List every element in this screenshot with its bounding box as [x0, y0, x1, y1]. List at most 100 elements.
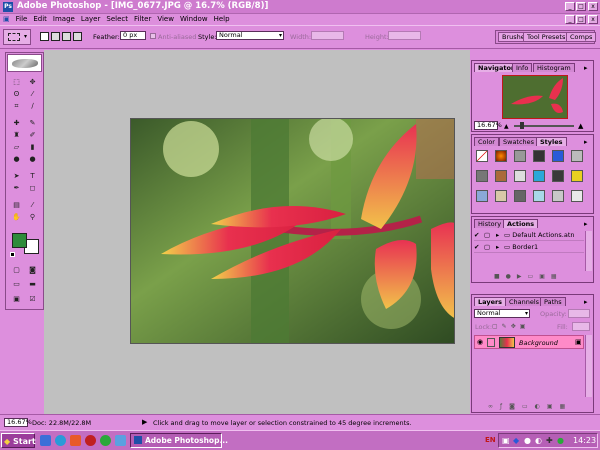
doc-minimize-button[interactable]: _: [565, 15, 575, 24]
start-button[interactable]: ◆ Start: [1, 433, 36, 448]
menu-select[interactable]: Select: [103, 14, 131, 25]
add-selection-icon[interactable]: [51, 32, 60, 41]
standard-screen-icon[interactable]: ▭: [10, 280, 23, 289]
panel-menu-icon[interactable]: ▸: [584, 220, 588, 228]
well-tab-tool-presets[interactable]: Tool Presets: [523, 32, 570, 42]
zoom-in-icon[interactable]: ▲: [578, 122, 583, 130]
new-selection-icon[interactable]: [40, 32, 49, 41]
media-player-icon[interactable]: [70, 435, 81, 446]
explorer-icon[interactable]: [115, 435, 126, 446]
navigator-zoom-input[interactable]: 16.67%: [474, 121, 502, 130]
style-preset-swatch[interactable]: [495, 170, 507, 182]
panel-menu-icon[interactable]: ▸: [584, 138, 588, 146]
menu-layer[interactable]: Layer: [78, 14, 104, 25]
action-row[interactable]: ✔ ▢ ▸ ▭ Default Actions.atn: [474, 230, 584, 241]
type-tool-icon[interactable]: T: [26, 172, 39, 181]
opacity-input[interactable]: [568, 309, 590, 318]
status-menu-icon[interactable]: ▶: [142, 418, 147, 426]
play-icon[interactable]: ▶: [517, 273, 528, 280]
tray-app-icon[interactable]: ◐: [535, 436, 542, 445]
messenger-icon[interactable]: [100, 435, 111, 446]
expand-triangle-icon[interactable]: ▸: [496, 230, 504, 241]
menu-view[interactable]: View: [154, 14, 177, 25]
tab-styles[interactable]: Styles: [536, 137, 567, 146]
crop-tool-icon[interactable]: ⌗: [10, 102, 23, 111]
trash-icon[interactable]: ▦: [560, 403, 573, 410]
zoom-tool-icon[interactable]: ⚲: [26, 213, 39, 222]
eraser-tool-icon[interactable]: ▱: [10, 143, 23, 152]
default-colors-icon[interactable]: [10, 252, 15, 257]
lasso-tool-icon[interactable]: ʘ: [10, 90, 23, 99]
tab-color[interactable]: Color: [474, 137, 499, 146]
style-preset-swatch[interactable]: [495, 190, 507, 202]
antialiased-checkbox[interactable]: [150, 33, 156, 39]
blend-mode-select[interactable]: Normal ▾: [474, 309, 530, 318]
standard-mode-icon[interactable]: ▢: [10, 266, 23, 275]
quick-mask-mode-icon[interactable]: ◙: [26, 266, 39, 275]
action-row[interactable]: ✔ ▢ ▸ ▭ Border1: [474, 242, 584, 253]
doc-close-button[interactable]: x: [588, 15, 598, 24]
record-icon[interactable]: ●: [506, 273, 517, 280]
notes-tool-icon[interactable]: ▤: [10, 201, 23, 210]
gradient-tool-icon[interactable]: ▮: [26, 143, 39, 152]
layer-style-icon[interactable]: ƒ: [500, 403, 509, 410]
intersect-selection-icon[interactable]: [73, 32, 82, 41]
new-set-icon[interactable]: ▭: [528, 273, 540, 280]
style-preset-swatch[interactable]: [514, 150, 526, 162]
menu-edit[interactable]: Edit: [30, 14, 50, 25]
style-preset-swatch[interactable]: [533, 170, 545, 182]
zoom-out-icon[interactable]: ▲: [504, 123, 509, 130]
hand-tool-icon[interactable]: ✋: [10, 213, 23, 222]
show-desktop-icon[interactable]: [40, 435, 51, 446]
doc-size[interactable]: Doc: 22.8M/22.8M: [32, 419, 91, 427]
checkmark-icon[interactable]: ✔: [474, 242, 484, 253]
checkmark-icon[interactable]: ✔: [474, 230, 484, 241]
magic-wand-tool-icon[interactable]: ⁄: [26, 90, 39, 99]
minimize-button[interactable]: _: [565, 2, 575, 11]
layer-mask-icon[interactable]: ◙: [509, 403, 522, 410]
style-preset-swatch[interactable]: [552, 150, 564, 162]
eye-icon[interactable]: ◉: [477, 338, 483, 346]
tab-actions[interactable]: Actions: [503, 219, 539, 228]
style-preset-swatch[interactable]: [533, 190, 545, 202]
slice-tool-icon[interactable]: ∕: [26, 102, 39, 111]
trash-icon[interactable]: ▦: [551, 273, 563, 280]
height-input[interactable]: [388, 31, 421, 40]
dialog-toggle-icon[interactable]: ▢: [484, 242, 496, 253]
link-layers-icon[interactable]: ∞: [488, 403, 500, 410]
tray-app3-icon[interactable]: ●: [557, 436, 564, 445]
fullscreen-mode-icon[interactable]: ▣: [10, 295, 23, 304]
foreground-color-swatch[interactable]: [12, 233, 27, 248]
style-preset-swatch[interactable]: [514, 190, 526, 202]
panel-menu-icon[interactable]: ▸: [584, 64, 588, 72]
lock-image-icon[interactable]: ✎: [502, 323, 511, 330]
dodge-tool-icon[interactable]: ●: [26, 155, 39, 164]
style-preset-swatch[interactable]: [571, 150, 583, 162]
volume-icon[interactable]: ◆: [513, 436, 519, 445]
skype-icon[interactable]: [85, 435, 96, 446]
brush-tool-icon[interactable]: ✎: [26, 119, 39, 128]
layers-scrollbar[interactable]: [585, 335, 592, 397]
tab-paths[interactable]: Paths: [540, 297, 566, 306]
app-menu-icon[interactable]: ▣: [0, 14, 13, 25]
menu-help[interactable]: Help: [211, 14, 233, 25]
layer-row-background[interactable]: ◉ Background ▣: [474, 335, 584, 349]
width-input[interactable]: [311, 31, 344, 40]
feather-input[interactable]: 0 px: [120, 31, 146, 40]
eyedropper-tool-icon[interactable]: ⁄: [26, 201, 39, 210]
style-preset-swatch[interactable]: [533, 150, 545, 162]
navigator-thumbnail[interactable]: [502, 75, 568, 119]
maximize-button[interactable]: □: [576, 2, 586, 11]
style-preset-swatch[interactable]: [476, 150, 488, 162]
healing-brush-tool-icon[interactable]: ✚: [10, 119, 23, 128]
marquee-tool-icon[interactable]: ⬚: [10, 78, 23, 87]
lock-all-icon[interactable]: ▣: [520, 323, 530, 330]
full-screen-menu-icon[interactable]: ▬: [26, 280, 39, 289]
stop-icon[interactable]: ■: [494, 273, 506, 280]
menu-image[interactable]: Image: [50, 14, 78, 25]
document-canvas[interactable]: [130, 118, 455, 344]
tab-info[interactable]: Info: [512, 63, 533, 72]
adobe-online-logo[interactable]: [7, 54, 42, 72]
tab-histogram[interactable]: Histogram: [533, 63, 575, 72]
well-tab-comps[interactable]: Comps: [566, 32, 597, 42]
